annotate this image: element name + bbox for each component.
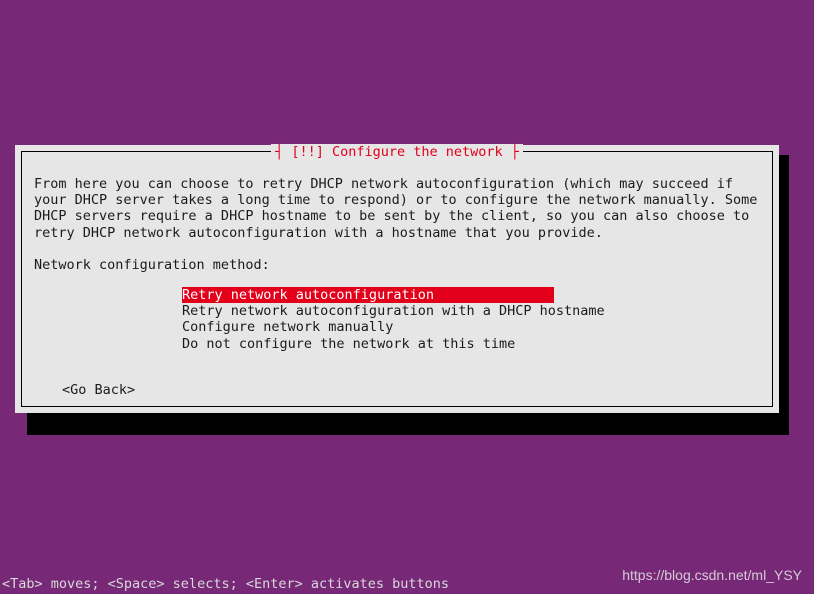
- dialog-title-wrap: ┤ [!!] Configure the network ├: [22, 144, 772, 160]
- go-back-button[interactable]: <Go Back>: [62, 382, 135, 398]
- title-flag: [!!]: [291, 144, 324, 160]
- option-retry-autoconfig[interactable]: Retry network autoconfiguration: [182, 287, 554, 303]
- option-label: Do not configure the network at this tim…: [182, 336, 515, 352]
- configure-network-dialog: ┤ [!!] Configure the network ├ From here…: [15, 145, 779, 413]
- method-prompt: Network configuration method:: [34, 257, 760, 273]
- option-retry-autoconfig-hostname[interactable]: Retry network autoconfiguration with a D…: [182, 303, 760, 319]
- option-configure-manually[interactable]: Configure network manually: [182, 319, 760, 335]
- dialog-border: ┤ [!!] Configure the network ├ From here…: [21, 151, 773, 407]
- title-prefix: ┤: [275, 144, 291, 160]
- watermark: https://blog.csdn.net/ml_YSY: [622, 567, 802, 584]
- options-list: Retry network autoconfiguration Retry ne…: [182, 287, 760, 352]
- option-do-not-configure[interactable]: Do not configure the network at this tim…: [182, 336, 760, 352]
- option-label: Configure network manually: [182, 319, 393, 335]
- go-back-label: <Go Back>: [62, 382, 135, 398]
- title-suffix: ├: [503, 144, 519, 160]
- title-text: Configure the network: [324, 144, 503, 160]
- dialog-body: From here you can choose to retry DHCP n…: [34, 176, 760, 241]
- option-label: Retry network autoconfiguration: [182, 287, 434, 303]
- keyboard-hint: <Tab> moves; <Space> selects; <Enter> ac…: [2, 576, 449, 592]
- dialog-title: ┤ [!!] Configure the network ├: [271, 144, 523, 160]
- option-label: Retry network autoconfiguration with a D…: [182, 303, 605, 319]
